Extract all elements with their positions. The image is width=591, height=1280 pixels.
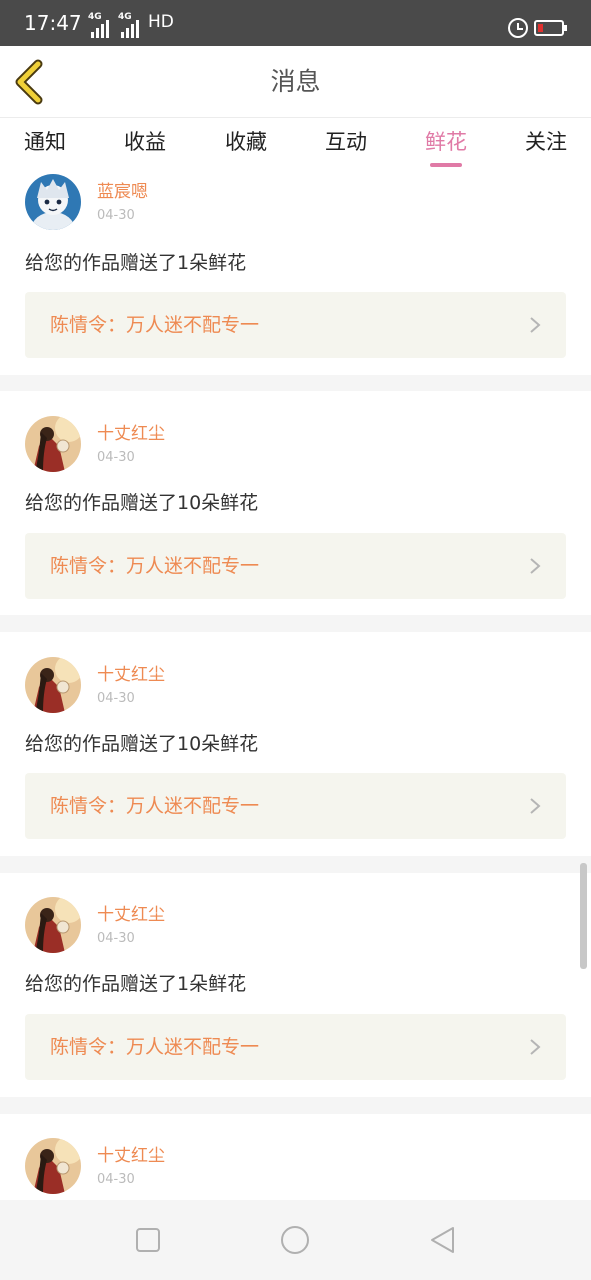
avatar[interactable] [25,897,81,953]
ancient-style-avatar [25,897,81,953]
date: 04-30 [97,931,135,946]
avatar[interactable] [25,657,81,713]
tab-following[interactable]: 关注 [525,128,567,156]
work-link[interactable]: 陈情令：万人迷不配专一 [25,292,566,358]
avatar[interactable] [25,174,81,230]
username[interactable]: 蓝宸嗯 [97,181,148,203]
network-type-label: 4G [118,12,132,22]
chevron-right-icon [530,317,541,333]
work-title: 陈情令：万人迷不配专一 [50,555,260,577]
work-link[interactable]: 陈情令：万人迷不配专一 [25,773,566,839]
work-link[interactable]: 陈情令：万人迷不配专一 [25,1014,566,1080]
anime-avatar [25,174,81,230]
work-title: 陈情令：万人迷不配专一 [50,795,260,817]
alarm-icon [508,18,528,38]
tab-flowers[interactable]: 鲜花 [425,128,467,156]
message-card: 十丈红尘 04-30 给您的作品赠送了10朵鲜花 陈情令：万人迷不配专一 [0,632,591,856]
username[interactable]: 十丈红尘 [97,423,165,445]
system-nav-bar [0,1200,591,1280]
avatar[interactable] [25,416,81,472]
message-card: 十丈红尘 04-30 [0,1114,591,1200]
tab-favorites[interactable]: 收藏 [225,128,267,156]
message-card: 十丈红尘 04-30 给您的作品赠送了1朵鲜花 陈情令：万人迷不配专一 [0,873,591,1097]
tab-earnings[interactable]: 收益 [124,128,166,156]
message-text: 给您的作品赠送了10朵鲜花 [25,492,259,514]
status-bar: 17:47 4G 4G HD [0,0,591,46]
date: 04-30 [97,208,135,223]
top-bar: 消息 [0,46,591,118]
ancient-style-avatar [25,657,81,713]
ancient-style-avatar [25,1138,81,1194]
username[interactable]: 十丈红尘 [97,1145,165,1167]
back-nav-button[interactable] [427,1224,459,1256]
message-text: 给您的作品赠送了1朵鲜花 [25,252,247,274]
username[interactable]: 十丈红尘 [97,664,165,686]
signal-icon: 4G [118,12,144,40]
tab-notifications[interactable]: 通知 [24,128,66,156]
work-title: 陈情令：万人迷不配专一 [50,1036,260,1058]
signal-icon: 4G [88,12,114,40]
back-triangle-icon [431,1227,454,1253]
message-card: 十丈红尘 04-30 给您的作品赠送了10朵鲜花 陈情令：万人迷不配专一 [0,391,591,615]
recent-apps-icon [136,1228,160,1252]
date: 04-30 [97,691,135,706]
tab-bar: 通知 收益 收藏 互动 鲜花 关注 [0,118,591,172]
work-title: 陈情令：万人迷不配专一 [50,314,260,336]
message-list[interactable]: 蓝宸嗯 04-30 给您的作品赠送了1朵鲜花 陈情令：万人迷不配专一 十丈红尘 … [0,172,591,1200]
hd-voice-label: HD [148,12,174,32]
avatar[interactable] [25,1138,81,1194]
message-text: 给您的作品赠送了1朵鲜花 [25,973,247,995]
message-text: 给您的作品赠送了10朵鲜花 [25,733,259,755]
status-time: 17:47 [24,11,82,35]
battery-icon [534,20,567,36]
home-icon [281,1226,309,1254]
home-button[interactable] [279,1224,311,1256]
ancient-style-avatar [25,416,81,472]
chevron-right-icon [530,1039,541,1055]
active-tab-indicator [430,163,462,167]
chevron-right-icon [530,798,541,814]
scrollbar[interactable] [580,863,587,969]
recent-apps-button[interactable] [132,1224,164,1256]
network-type-label: 4G [88,12,102,22]
date: 04-30 [97,450,135,465]
date: 04-30 [97,1172,135,1187]
message-card: 蓝宸嗯 04-30 给您的作品赠送了1朵鲜花 陈情令：万人迷不配专一 [0,172,591,375]
tab-interactions[interactable]: 互动 [325,128,367,156]
username[interactable]: 十丈红尘 [97,904,165,926]
chevron-right-icon [530,558,541,574]
work-link[interactable]: 陈情令：万人迷不配专一 [25,533,566,599]
page-title: 消息 [270,67,321,96]
